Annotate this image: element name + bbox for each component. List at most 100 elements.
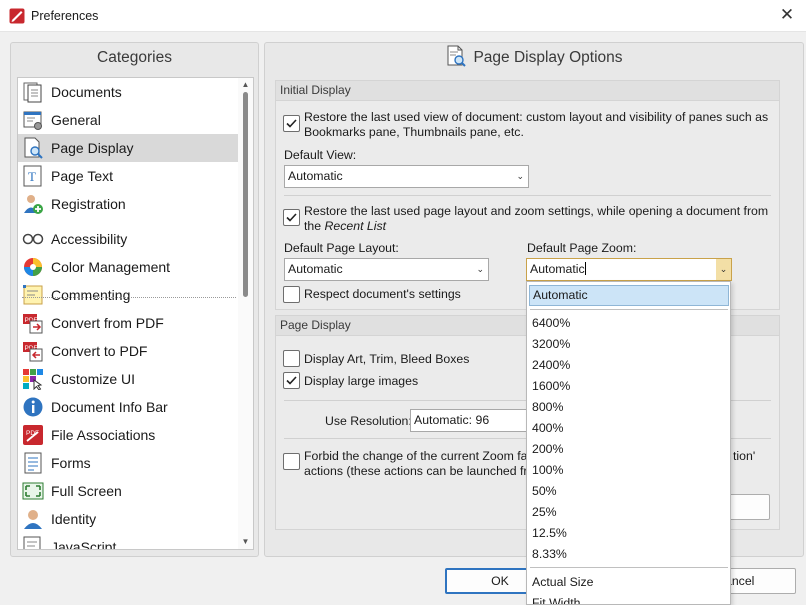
category-item[interactable]: Color Management <box>18 253 240 281</box>
category-item[interactable]: General <box>18 106 240 134</box>
large-images-checkbox[interactable] <box>283 372 300 389</box>
forbid-zoom-checkbox[interactable] <box>283 453 300 470</box>
resolution-input[interactable]: Automatic: 96 <box>410 409 530 432</box>
category-item[interactable]: Customize UI <box>18 365 240 393</box>
resolution-value: Automatic: 96 <box>414 413 490 427</box>
category-item[interactable]: T Page Text <box>18 162 240 190</box>
forbid-zoom-label-2: actions (these actions can be launched f… <box>304 464 535 478</box>
accessibility-icon <box>22 233 44 245</box>
app-logo-icon <box>9 8 25 24</box>
art-trim-checkbox[interactable] <box>283 350 300 367</box>
category-label: Convert from PDF <box>51 315 164 331</box>
category-item[interactable]: Page Display <box>18 134 240 162</box>
zoom-option[interactable]: 3200% <box>527 334 730 355</box>
zoom-option[interactable]: 12.5% <box>527 523 730 544</box>
zoom-option-selected[interactable]: Automatic <box>529 285 729 306</box>
category-label: Commenting <box>51 287 131 303</box>
document-info-bar-icon <box>23 397 43 417</box>
zoom-option[interactable]: 2400% <box>527 355 730 376</box>
category-label: Full Screen <box>51 483 122 499</box>
scroll-down-icon[interactable]: ▼ <box>238 535 253 549</box>
default-view-value: Automatic <box>288 169 343 183</box>
category-label: Accessibility <box>51 231 128 247</box>
options-title: Page Display Options <box>473 49 623 66</box>
scroll-thumb[interactable] <box>243 92 248 297</box>
category-item[interactable]: Documents <box>18 78 240 106</box>
chevron-down-icon: ⌄ <box>516 171 524 181</box>
category-list[interactable]: JavaScript Identity Full Screen Forms PDF Fil… <box>17 77 254 550</box>
zoom-dropdown-list[interactable]: Automatic 6400% 3200% 2400% 1600% 800% 400% 20… <box>526 281 731 605</box>
category-label: JavaScript <box>51 539 117 550</box>
forms-icon <box>24 452 42 474</box>
category-item[interactable]: Accessibility <box>18 225 240 253</box>
zoom-option[interactable]: 100% <box>527 460 730 481</box>
category-item[interactable]: PDF Convert to PDF <box>18 337 240 365</box>
default-zoom-select[interactable]: Automatic ⌄ <box>526 258 732 281</box>
divider <box>284 195 771 196</box>
category-item[interactable]: Identity <box>18 505 240 533</box>
restore-view-label-2: Bookmarks pane, Thumbnails pane, etc. <box>304 125 524 139</box>
identity-icon <box>24 510 42 529</box>
category-label: Registration <box>51 196 126 212</box>
page-display-icon <box>24 137 43 159</box>
zoom-option[interactable]: Actual Size <box>527 572 730 593</box>
chevron-down-icon: ⌄ <box>476 264 484 274</box>
category-item[interactable]: Forms <box>18 449 240 477</box>
default-view-label: Default View: <box>284 148 357 162</box>
zoom-option[interactable]: 200% <box>527 439 730 460</box>
category-item[interactable]: Full Screen <box>18 477 240 505</box>
category-label: Convert to PDF <box>51 343 148 359</box>
color-management-icon <box>24 258 42 276</box>
category-item[interactable]: Registration <box>18 190 240 218</box>
convert-from-pdf-icon: PDF <box>23 314 43 334</box>
category-label: Forms <box>51 455 91 471</box>
category-label: File Associations <box>51 427 156 443</box>
category-label: Page Display <box>51 140 134 156</box>
text-caret <box>584 262 586 275</box>
category-label: General <box>51 112 101 128</box>
respect-settings-checkbox[interactable] <box>283 286 300 303</box>
checkmark-icon <box>286 376 297 385</box>
scroll-up-icon[interactable]: ▲ <box>238 78 253 92</box>
zoom-option[interactable]: 400% <box>527 418 730 439</box>
zoom-option[interactable]: 25% <box>527 502 730 523</box>
category-item[interactable]: PDF Convert from PDF <box>18 309 240 337</box>
documents-icon <box>23 82 42 103</box>
file-associations-icon: PDF <box>23 425 43 445</box>
restore-layout-prefix: the <box>304 219 322 233</box>
convert-to-pdf-icon: PDF <box>23 342 43 362</box>
title-bar: Preferences ✕ <box>0 0 806 32</box>
zoom-option[interactable]: 50% <box>527 481 730 502</box>
zoom-option[interactable]: 800% <box>527 397 730 418</box>
category-label: Identity <box>51 511 97 527</box>
category-label: Page Text <box>51 168 114 184</box>
category-label: Document Info Bar <box>51 399 168 415</box>
initial-display-title: Initial Display <box>276 81 779 101</box>
zoom-option[interactable]: 6400% <box>527 313 730 334</box>
restore-layout-label-1: Restore the last used page layout and zo… <box>304 204 769 218</box>
default-zoom-value: Automatic <box>530 262 585 276</box>
close-icon[interactable]: ✕ <box>776 4 798 26</box>
zoom-option[interactable]: 8.33% <box>527 544 730 565</box>
large-images-label: Display large images <box>304 374 419 388</box>
category-item[interactable]: JavaScript <box>18 533 240 550</box>
recent-list-text: Recent List <box>324 219 387 233</box>
categories-header: Categories <box>97 49 172 66</box>
default-view-select[interactable]: Automatic ⌄ <box>284 165 529 188</box>
category-item[interactable]: Commenting <box>18 281 240 309</box>
restore-view-checkbox[interactable] <box>283 115 300 132</box>
art-trim-label: Display Art, Trim, Bleed Boxes <box>304 352 470 366</box>
dropdown-divider <box>530 309 728 310</box>
zoom-option[interactable]: Fit Width <box>527 593 730 604</box>
restore-layout-checkbox[interactable] <box>283 209 300 226</box>
category-scrollbar[interactable]: ▲ ▼ <box>238 78 253 549</box>
zoom-option[interactable]: 1600% <box>527 376 730 397</box>
category-item[interactable]: Document Info Bar <box>18 393 240 421</box>
chevron-down-icon[interactable]: ⌄ <box>716 259 731 280</box>
category-item[interactable]: PDF File Associations <box>18 421 240 449</box>
category-label: Documents <box>51 84 122 100</box>
dropdown-divider <box>530 567 728 568</box>
resolution-label: Use Resolution: <box>325 414 412 428</box>
default-layout-select[interactable]: Automatic ⌄ <box>284 258 489 281</box>
category-label: Color Management <box>51 259 171 275</box>
